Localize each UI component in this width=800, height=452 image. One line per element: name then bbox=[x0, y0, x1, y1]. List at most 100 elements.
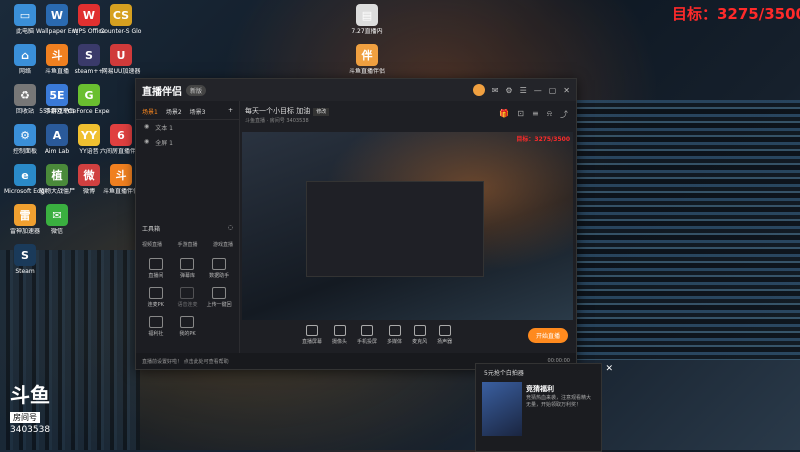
notification-icon[interactable]: ✉ bbox=[492, 86, 499, 95]
app-icon: W bbox=[46, 4, 68, 26]
desktop-icon[interactable]: U 网易UU加速器 bbox=[100, 44, 142, 75]
app-icon: G bbox=[78, 84, 100, 106]
tool-tab[interactable]: 手游直播 bbox=[177, 241, 197, 248]
app-icon: W bbox=[78, 4, 100, 26]
app-icon: ⚙ bbox=[14, 124, 36, 146]
app-icon: ⌂ bbox=[14, 44, 36, 66]
tools-header: 工具箱 ◌ bbox=[136, 220, 239, 237]
settings-icon[interactable]: ⚙ bbox=[505, 86, 512, 95]
app-icon: 雷 bbox=[14, 204, 36, 226]
maximize-icon[interactable]: ▢ bbox=[549, 86, 557, 95]
source-button[interactable]: 直播屏幕 bbox=[302, 325, 322, 345]
desktop-icon[interactable]: ▤ 7.27直播内 bbox=[346, 4, 388, 35]
tab-scene-3[interactable]: 场景3 bbox=[190, 107, 206, 116]
tool-item[interactable]: 我的PK bbox=[172, 316, 204, 337]
list-icon[interactable]: ≡ bbox=[532, 109, 539, 120]
tab-scene-2[interactable]: 场景2 bbox=[166, 107, 182, 116]
source-label: 摄像头 bbox=[332, 339, 348, 345]
scene-item-label: 文本 1 bbox=[155, 125, 173, 132]
tool-item[interactable]: 上传一键回 bbox=[203, 287, 235, 308]
app-icon: 斗 bbox=[46, 44, 68, 66]
bell-icon[interactable]: ⍾ bbox=[547, 109, 552, 120]
tools-title: 工具箱 bbox=[142, 226, 161, 233]
popup-title[interactable]: 竞猜福利 bbox=[526, 384, 554, 394]
tool-icon bbox=[148, 258, 163, 270]
close-icon[interactable]: ✕ bbox=[605, 364, 613, 374]
source-label: 直播屏幕 bbox=[302, 339, 323, 345]
source-icon bbox=[361, 325, 374, 336]
tool-icon bbox=[180, 316, 195, 328]
tool-item[interactable]: 弹幕库 bbox=[172, 258, 204, 279]
desktop-icon[interactable]: 伴斗鱼直播伴侣 bbox=[346, 44, 388, 75]
tool-label: 数据助手 bbox=[209, 273, 230, 279]
titlebar-controls: ✉ ⚙ ☰ — ▢ ✕ bbox=[472, 84, 570, 96]
source-icon bbox=[306, 325, 318, 336]
desktop-icon-label: GeForce Experience bbox=[68, 108, 110, 115]
popup-thumbnail[interactable] bbox=[482, 382, 522, 436]
tool-item[interactable]: 语音连麦 bbox=[172, 287, 204, 308]
lock-icon[interactable]: ⊡ bbox=[517, 109, 524, 120]
app-icon: CS bbox=[110, 4, 132, 26]
room-number: 3403538 bbox=[10, 425, 51, 435]
app-icon: A bbox=[46, 124, 68, 146]
tools-toggle-icon[interactable]: ◌ bbox=[228, 224, 233, 233]
top-tools: 🎁 ⊡ ≡ ⍾ ⤴ bbox=[499, 109, 568, 120]
popup-header: 5元抢个白拍器 bbox=[484, 370, 524, 377]
stream-title[interactable]: 每天一个小目标 加油 bbox=[245, 107, 310, 115]
minimize-icon[interactable]: — bbox=[534, 86, 542, 95]
eye-icon[interactable]: ◉ bbox=[144, 138, 149, 147]
tool-item[interactable]: 数据助手 bbox=[203, 258, 235, 279]
scene-item[interactable]: ◉ 文本 1 bbox=[136, 120, 239, 135]
tool-tab[interactable]: 游戏直播 bbox=[213, 241, 233, 248]
version-badge[interactable]: 新版 bbox=[186, 84, 207, 96]
source-toolbar: 直播屏幕 摄像头 手机投屏 多媒体 麦克风 扬声器 开始直播 bbox=[242, 320, 576, 350]
app-icon: 斗 bbox=[110, 164, 132, 186]
app-icon: ♻ bbox=[14, 84, 36, 106]
desktop-icon[interactable]: CS Counter-S Global Off... bbox=[100, 4, 142, 35]
gift-icon[interactable]: 🎁 bbox=[499, 109, 509, 120]
share-icon[interactable]: ⤴ bbox=[560, 109, 568, 120]
tool-icon bbox=[212, 287, 227, 299]
source-icon bbox=[388, 325, 401, 336]
source-button[interactable]: 手机投屏 bbox=[357, 325, 377, 345]
app-icon: 伴 bbox=[356, 44, 378, 66]
tool-item[interactable]: 直播间 bbox=[140, 258, 172, 279]
source-button[interactable]: 扬声器 bbox=[437, 325, 452, 345]
source-icon bbox=[438, 325, 451, 336]
tool-grid: 直播间 弹幕库 数据助手连麦PK 语音连麦 上传一键回福利社 我的PK bbox=[136, 252, 239, 343]
tool-icon bbox=[180, 287, 195, 299]
app-titlebar: 直播伴侣 新版 ✉ ⚙ ☰ — ▢ ✕ bbox=[136, 79, 576, 101]
source-button[interactable]: 麦克风 bbox=[412, 325, 427, 345]
brand-logo: 斗鱼 bbox=[10, 383, 50, 407]
left-panel: 场景1 场景2 场景3 + ◉ 文本 1 ◉ 全屏 1 工具箱 ◌ 视频直播 手游直… bbox=[136, 101, 240, 369]
tool-item[interactable]: 连麦PK bbox=[140, 287, 172, 308]
popup-description: 竞猜热血来袭，注意观看精大无量，开始领取万利奖！ bbox=[526, 395, 592, 408]
desktop-icon[interactable]: S Steam bbox=[4, 244, 46, 275]
source-button[interactable]: 多媒体 bbox=[387, 325, 402, 345]
tool-label: 弹幕库 bbox=[179, 273, 195, 279]
desktop-icon-label: 网易UU加速器 bbox=[101, 68, 141, 75]
desktop-icon[interactable]: ✉ 微信 bbox=[36, 204, 78, 235]
edit-tag[interactable]: 修改 bbox=[313, 108, 330, 116]
stream-preview[interactable]: 目标：3275/3500 bbox=[242, 132, 573, 320]
desktop-icon-label: 微信 bbox=[50, 228, 63, 235]
scene-item[interactable]: ◉ 全屏 1 bbox=[136, 135, 239, 150]
source-button[interactable]: 摄像头 bbox=[332, 325, 347, 345]
add-scene-button[interactable]: + bbox=[228, 107, 233, 116]
app-icon: 微 bbox=[78, 164, 100, 186]
start-live-button[interactable]: 开始直播 bbox=[527, 327, 568, 343]
app-icon: ▤ bbox=[356, 4, 378, 26]
tool-item[interactable]: 福利社 bbox=[140, 316, 172, 337]
status-message[interactable]: 直播前设置好啦！ 点击此处可查看帮助 bbox=[142, 358, 229, 365]
avatar[interactable] bbox=[472, 84, 485, 96]
tool-tab[interactable]: 视频直播 bbox=[142, 241, 162, 248]
tool-label: 连麦PK bbox=[147, 302, 164, 308]
eye-icon[interactable]: ◉ bbox=[144, 123, 149, 132]
menu-icon[interactable]: ☰ bbox=[520, 86, 527, 95]
tab-scene-1[interactable]: 场景1 bbox=[142, 107, 158, 116]
app-icon: 5E bbox=[46, 84, 68, 106]
goal-counter: 目标：3275/3500 bbox=[672, 5, 800, 23]
close-icon[interactable]: ✕ bbox=[563, 86, 570, 95]
source-icon bbox=[413, 325, 426, 336]
desktop-icon[interactable]: G GeForce Experience bbox=[68, 84, 110, 115]
